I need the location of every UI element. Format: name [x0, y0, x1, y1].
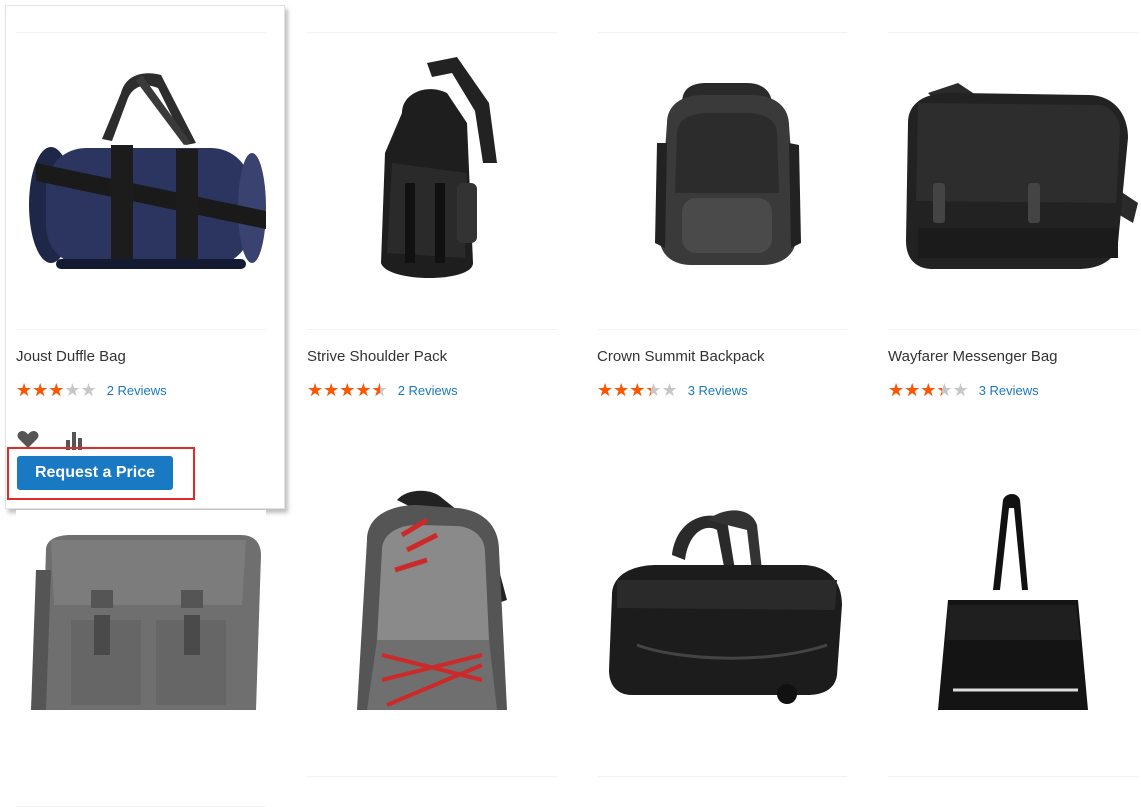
request-price-highlight: Request a Price	[7, 447, 195, 500]
product-name[interactable]: Crown Summit Backpack	[597, 348, 847, 365]
reviews-link[interactable]: 2 Reviews	[107, 383, 167, 398]
product-image[interactable]	[16, 510, 266, 807]
reviews-link[interactable]: 3 Reviews	[688, 383, 748, 398]
product-image[interactable]	[597, 32, 847, 330]
product-rating: ★★★★★ ★★★★★ 2 Reviews	[16, 380, 167, 400]
product-rating: ★★★★★ ★★★★★ 3 Reviews	[888, 380, 1039, 400]
reviews-link[interactable]: 2 Reviews	[398, 383, 458, 398]
messenger-bag-image	[906, 83, 1138, 269]
sling-backpack-image	[381, 57, 497, 278]
rating-stars: ★★★★★ ★★★★★	[16, 380, 97, 400]
backpack-gray-red-image	[357, 490, 507, 710]
duffle-bag-image	[29, 73, 266, 269]
product-rating: ★★★★★ ★★★★★ 2 Reviews	[307, 380, 458, 400]
product-image[interactable]	[597, 480, 847, 777]
reviews-link[interactable]: 3 Reviews	[979, 383, 1039, 398]
request-a-price-button[interactable]: Request a Price	[17, 456, 173, 490]
backpack-image	[655, 83, 801, 265]
tote-bag-image	[938, 494, 1088, 710]
rating-stars: ★★★★★ ★★★★★	[597, 380, 678, 400]
product-rating: ★★★★★ ★★★★★ 3 Reviews	[597, 380, 748, 400]
product-name[interactable]: Joust Duffle Bag	[16, 348, 266, 365]
product-grid: Joust Duffle Bag ★★★★★ ★★★★★ 2 Reviews S…	[0, 0, 1141, 807]
product-name[interactable]: Strive Shoulder Pack	[307, 348, 557, 365]
rating-stars: ★★★★★ ★★★★★	[307, 380, 388, 400]
messenger-bag-gray-image	[31, 535, 261, 710]
product-image[interactable]	[16, 32, 266, 330]
product-name[interactable]: Wayfarer Messenger Bag	[888, 348, 1138, 365]
rolling-duffle-image	[609, 510, 842, 704]
product-image[interactable]	[888, 480, 1138, 777]
product-image[interactable]	[307, 32, 557, 330]
product-image[interactable]	[307, 480, 557, 777]
rating-stars: ★★★★★ ★★★★★	[888, 380, 969, 400]
product-image[interactable]	[888, 32, 1138, 330]
